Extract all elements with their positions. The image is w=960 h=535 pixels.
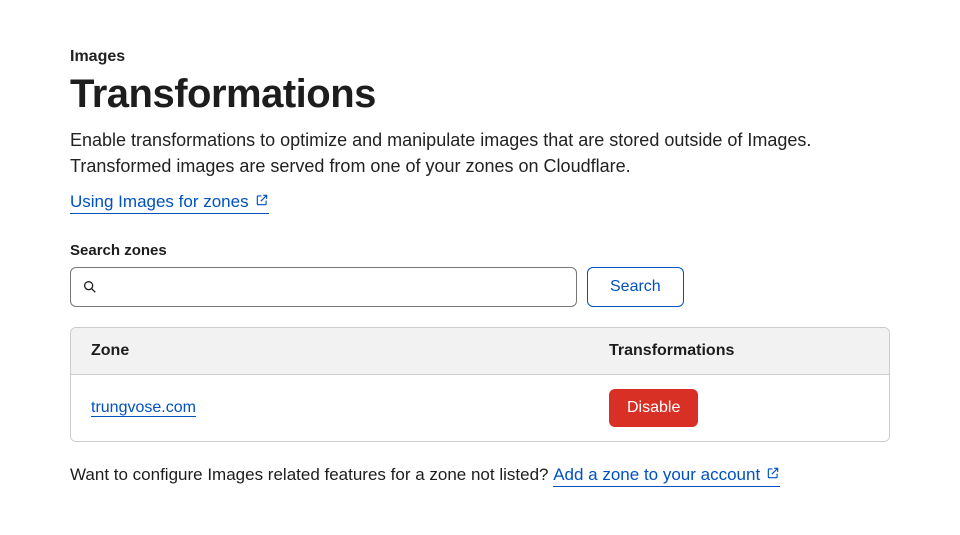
page-title: Transformations xyxy=(70,72,890,117)
add-zone-link-label: Add a zone to your account xyxy=(553,464,760,486)
breadcrumb: Images xyxy=(70,48,890,66)
doc-link[interactable]: Using Images for zones xyxy=(70,191,269,214)
doc-link-label: Using Images for zones xyxy=(70,191,249,213)
transformations-cell: Disable xyxy=(609,389,869,427)
zones-table: Zone Transformations trungvose.com Disab… xyxy=(70,327,890,442)
disable-button[interactable]: Disable xyxy=(609,389,698,427)
table-header: Zone Transformations xyxy=(71,328,889,375)
col-header-transformations: Transformations xyxy=(609,342,869,360)
external-link-icon xyxy=(255,191,269,213)
col-header-zone: Zone xyxy=(91,342,609,360)
footer-text: Want to configure Images related feature… xyxy=(70,464,890,487)
footer-message: Want to configure Images related feature… xyxy=(70,465,553,484)
search-icon xyxy=(82,279,98,295)
search-input-wrap xyxy=(70,267,577,307)
search-row: Search xyxy=(70,267,890,307)
table-row: trungvose.com Disable xyxy=(71,375,889,441)
add-zone-link[interactable]: Add a zone to your account xyxy=(553,464,780,487)
zone-cell: trungvose.com xyxy=(91,399,609,417)
search-section: Search zones Search xyxy=(70,242,890,307)
external-link-icon xyxy=(766,464,780,486)
search-label: Search zones xyxy=(70,242,890,259)
zone-link[interactable]: trungvose.com xyxy=(91,399,196,417)
page-description: Enable transformations to optimize and m… xyxy=(70,127,890,179)
search-input[interactable] xyxy=(70,267,577,307)
search-button[interactable]: Search xyxy=(587,267,684,307)
